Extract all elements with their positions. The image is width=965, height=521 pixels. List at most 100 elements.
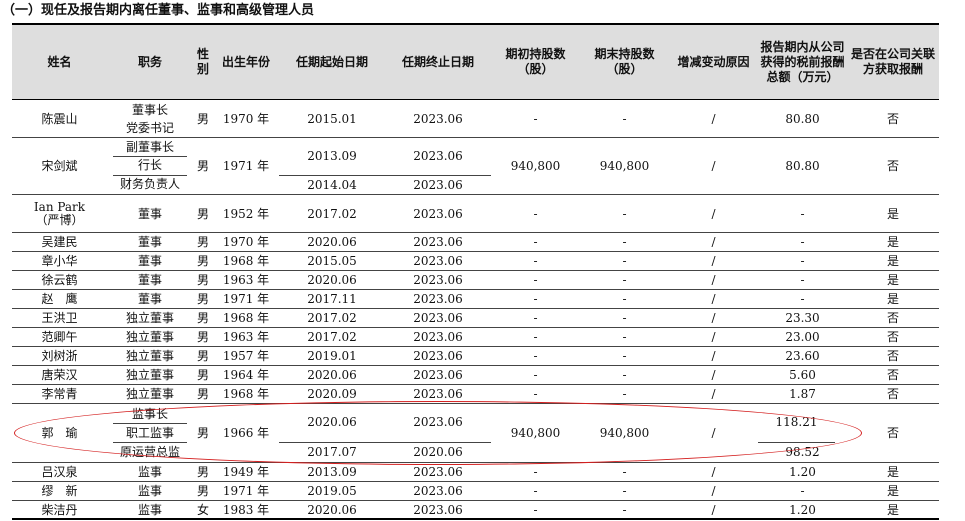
term-end: 2023.06 bbox=[385, 365, 491, 386]
role-label: 董事 bbox=[137, 292, 162, 307]
pay-2: 98.52 bbox=[785, 445, 820, 460]
person-name-text: 宋剑斌 bbox=[41, 159, 78, 174]
person-roles: 董事长 党委书记 bbox=[107, 99, 193, 138]
gender: 男 bbox=[193, 137, 213, 196]
begin-shares: - bbox=[491, 384, 580, 405]
person-name-text: 章小华 bbox=[41, 254, 78, 269]
term-end: 2023.06 bbox=[385, 346, 491, 367]
term-end: 2023.06 2023.06 bbox=[385, 137, 491, 196]
change-reason: / bbox=[669, 137, 758, 196]
executives-table: 姓名 职务 性别 出生年份 任期起始日期 任期终止日期 期初持股数（股） 期末持… bbox=[12, 23, 939, 521]
gender: 男 bbox=[193, 270, 213, 291]
term-start: 2020.06 bbox=[279, 232, 385, 253]
table-row: 赵 鹰董事男 1971 年 2017.11 2023.06- - / - 是 bbox=[12, 289, 939, 310]
role-label: 独立董事 bbox=[125, 368, 174, 383]
person-name: 宋剑斌 bbox=[12, 137, 107, 196]
begin-shares: - bbox=[491, 500, 580, 521]
person-name-alias: （严博） bbox=[35, 212, 84, 227]
person-roles: 董事 bbox=[107, 232, 193, 253]
term-start: 2013.09 bbox=[279, 462, 385, 482]
term-start: 2017.11 bbox=[279, 289, 385, 310]
birth-year: 1968 年 bbox=[213, 251, 279, 272]
related-pay: 是 bbox=[847, 462, 939, 482]
begin-shares: - bbox=[491, 308, 580, 329]
birth-year: 1964 年 bbox=[213, 365, 279, 386]
change-reason: / bbox=[669, 403, 758, 463]
person-roles: 监事长 职工监事 原运营总监 bbox=[107, 403, 193, 463]
gender: 男 bbox=[193, 462, 213, 482]
change-reason: / bbox=[669, 308, 758, 329]
end-shares: - bbox=[580, 500, 669, 521]
gender: 女 bbox=[193, 500, 213, 521]
term-start: 2015.05 bbox=[279, 251, 385, 272]
gender: 男 bbox=[193, 481, 213, 501]
pay: 1.20 bbox=[758, 500, 847, 521]
term-start: 2017.02 bbox=[279, 308, 385, 329]
gender: 男 bbox=[193, 346, 213, 367]
table-row: 吴建民 董事男 1970 年 2020.06 2023.06- - / - 是 bbox=[12, 232, 939, 253]
birth-year: 1968 年 bbox=[213, 384, 279, 405]
pay: - bbox=[758, 481, 847, 501]
person-roles: 监事 bbox=[107, 462, 193, 482]
gender: 男 bbox=[193, 232, 213, 253]
pay: - bbox=[758, 251, 847, 272]
term-start: 2020.06 bbox=[279, 365, 385, 386]
begin-shares: - bbox=[491, 327, 580, 348]
change-reason: / bbox=[669, 289, 758, 310]
related-pay: 是 bbox=[847, 289, 939, 310]
term-end: 2023.06 bbox=[385, 308, 491, 329]
person-name-text: 赵 鹰 bbox=[41, 292, 78, 307]
begin-shares: - bbox=[491, 232, 580, 253]
term-start: 2020.06 bbox=[279, 500, 385, 521]
person-name-text: Ian Park bbox=[33, 199, 86, 214]
end-shares: - bbox=[580, 462, 669, 482]
role-label: 职工监事 bbox=[113, 424, 187, 444]
gender: 男 bbox=[193, 403, 213, 463]
end-shares: - bbox=[580, 289, 669, 310]
begin-shares: 940,800 bbox=[491, 403, 580, 463]
table-row: 陈震山 董事长 党委书记男 1970 年 2015.01 2023.06- -/80.80 否 bbox=[12, 99, 939, 138]
birth-year: 1970 年 bbox=[213, 232, 279, 253]
change-reason: / bbox=[669, 251, 758, 272]
person-name: 柴洁丹 bbox=[12, 500, 107, 521]
end-shares: - bbox=[580, 346, 669, 367]
birth-year: 1971 年 bbox=[213, 137, 279, 196]
role-label: 董事 bbox=[137, 206, 162, 221]
pay: 80.80 bbox=[758, 137, 847, 196]
change-reason: / bbox=[669, 384, 758, 405]
gender: 男 bbox=[193, 308, 213, 329]
person-name-text: 吕汉泉 bbox=[41, 464, 78, 479]
birth-year: 1952 年 bbox=[213, 194, 279, 234]
related-pay: 是 bbox=[847, 251, 939, 272]
table-row: 吕汉泉 监事男 1949 年 2013.09 2023.06- -/1.20 是 bbox=[12, 462, 939, 482]
related-pay: 否 bbox=[847, 365, 939, 386]
change-reason: / bbox=[669, 346, 758, 367]
person-roles: 董事 bbox=[107, 289, 193, 310]
begin-shares: - bbox=[491, 289, 580, 310]
table-row: 范卿午 独立董事男 1963 年 2017.02 2023.06- -/23.00 否 bbox=[12, 327, 939, 348]
person-roles: 独立董事 bbox=[107, 365, 193, 386]
term-end: 2023.06 bbox=[385, 99, 491, 138]
pay: 23.60 bbox=[758, 346, 847, 367]
person-name-text: 缪 新 bbox=[41, 483, 78, 498]
related-pay: 否 bbox=[847, 137, 939, 196]
person-name-text: 徐云鹤 bbox=[41, 273, 78, 288]
change-reason: / bbox=[669, 194, 758, 234]
related-pay: 是 bbox=[847, 270, 939, 291]
header-end-shares: 期末持股数（股） bbox=[580, 23, 669, 100]
term-start: 2017.02 bbox=[279, 327, 385, 348]
role-label: 行长 bbox=[113, 157, 187, 177]
table-row: 宋剑斌 副董事长 行长 财务负责人男 1971 年 2013.09 2014.04 2023.… bbox=[12, 137, 939, 196]
term-end: 2023.06 bbox=[385, 481, 491, 501]
person-roles: 监事 bbox=[107, 481, 193, 501]
person-name: 唐荣汉 bbox=[12, 365, 107, 386]
person-roles: 董事 bbox=[107, 251, 193, 272]
pay: - bbox=[758, 270, 847, 291]
pay: - bbox=[758, 289, 847, 310]
pay: - bbox=[758, 232, 847, 253]
term-end: 2023.06 bbox=[385, 194, 491, 234]
begin-shares: - bbox=[491, 481, 580, 501]
term-start: 2013.09 2014.04 bbox=[279, 137, 385, 196]
term-end: 2023.06 bbox=[385, 289, 491, 310]
end-shares: - bbox=[580, 251, 669, 272]
